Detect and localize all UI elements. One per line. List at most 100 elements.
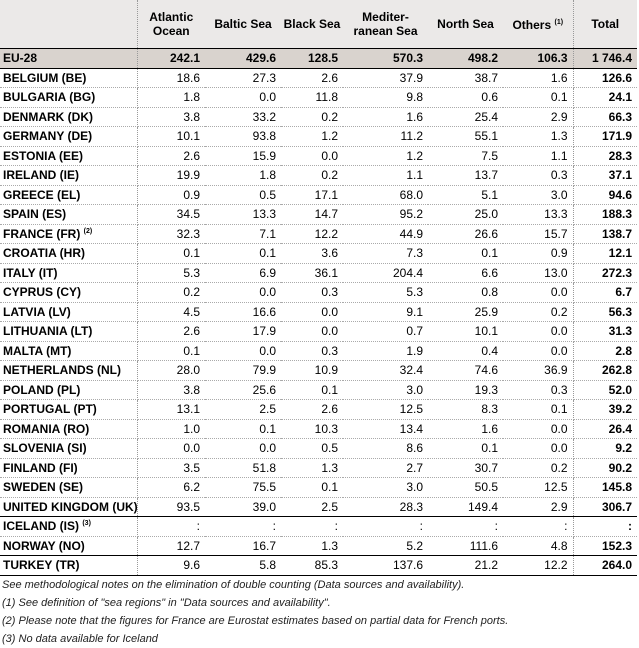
value-total: 138.7	[573, 224, 637, 244]
value-black-sea: 17.1	[281, 185, 343, 205]
value-north-sea: 26.6	[428, 224, 503, 244]
country-cell: ESTONIA (EE)	[0, 146, 138, 166]
value-black-sea: 14.7	[281, 204, 343, 225]
value-total: 24.1	[573, 87, 637, 108]
country-name: SPAIN (ES)	[3, 207, 67, 222]
value-mediterranean-sea: 3.0	[343, 477, 428, 498]
value-black-sea: 0.1	[281, 380, 343, 400]
value-others: 1.3	[503, 126, 574, 147]
table-row: ESTONIA (EE) 2.6 15.9 0.0 1.2 7.5 1.1 28.3	[0, 146, 637, 166]
country-name: SLOVENIA (SI)	[3, 441, 87, 456]
value-others: 0.3	[503, 380, 574, 400]
value-baltic-sea: 39.0	[205, 497, 281, 517]
value-total: 1 746.4	[573, 48, 637, 69]
value-others: 1.6	[503, 68, 574, 88]
value-north-sea: 10.1	[428, 321, 503, 342]
country-cell: BULGARIA (BG)	[0, 87, 138, 108]
value-atlantic-ocean: :	[137, 516, 205, 537]
country-name: GREECE (EL)	[3, 187, 81, 202]
value-atlantic-ocean: 1.8	[137, 87, 205, 108]
value-total: :	[573, 516, 637, 537]
value-north-sea: :	[428, 516, 503, 537]
value-baltic-sea: 75.5	[205, 477, 281, 498]
header-med-line2: ranean Sea	[353, 23, 418, 38]
header-med-line1: Mediter-	[362, 9, 409, 24]
value-total: 37.1	[573, 165, 637, 186]
value-others: 0.1	[503, 399, 574, 420]
value-baltic-sea: 6.9	[205, 263, 281, 283]
value-baltic-sea: 0.0	[205, 282, 281, 303]
country-name: ROMANIA (RO)	[3, 421, 90, 436]
value-black-sea: 2.6	[281, 68, 343, 88]
value-black-sea: 0.0	[281, 146, 343, 166]
value-baltic-sea: 51.8	[205, 458, 281, 478]
value-mediterranean-sea: 11.2	[343, 126, 428, 147]
value-north-sea: 1.6	[428, 419, 503, 439]
value-north-sea: 5.1	[428, 185, 503, 205]
country-name: SWEDEN (SE)	[3, 480, 84, 495]
note-methodology: See methodological notes on the eliminat…	[2, 578, 465, 591]
value-atlantic-ocean: 34.5	[137, 204, 205, 225]
header-country	[0, 0, 138, 49]
value-north-sea: 149.4	[428, 497, 503, 517]
value-black-sea: 0.5	[281, 438, 343, 459]
value-atlantic-ocean: 0.2	[137, 282, 205, 303]
table-row: POLAND (PL) 3.8 25.6 0.1 3.0 19.3 0.3 52.0	[0, 380, 637, 400]
aggregate-row: EU-28 242.1 429.6 128.5 570.3 498.2 106.3 1 746…	[0, 48, 637, 69]
table-row: ITALY (IT) 5.3 6.9 36.1 204.4 6.6 13.0 272.3	[0, 263, 637, 283]
value-total: 52.0	[573, 380, 637, 400]
country-name: CROATIA (HR)	[3, 246, 85, 261]
country-name: UNITED KINGDOM (UK)	[3, 499, 138, 514]
country-cell: SWEDEN (SE)	[0, 477, 138, 498]
value-mediterranean-sea: 1.9	[343, 341, 428, 361]
value-black-sea: 2.5	[281, 497, 343, 517]
country-cell: GREECE (EL)	[0, 185, 138, 205]
value-atlantic-ocean: 12.7	[137, 536, 205, 556]
value-others: 2.9	[503, 497, 574, 517]
country-cell: BELGIUM (BE)	[0, 68, 138, 88]
note-2: (2) Please note that the figures for Fra…	[2, 614, 509, 627]
value-north-sea: 0.1	[428, 438, 503, 459]
value-mediterranean-sea: 12.5	[343, 399, 428, 420]
value-others: 0.0	[503, 419, 574, 439]
value-north-sea: 8.3	[428, 399, 503, 420]
header-north-sea: North Sea	[428, 0, 503, 49]
value-baltic-sea: 27.3	[205, 68, 281, 88]
value-north-sea: 25.4	[428, 107, 503, 127]
value-mediterranean-sea: 28.3	[343, 497, 428, 517]
value-black-sea: 1.2	[281, 126, 343, 147]
value-others: 15.7	[503, 224, 574, 244]
value-baltic-sea: 2.5	[205, 399, 281, 420]
value-atlantic-ocean: 19.9	[137, 165, 205, 186]
value-atlantic-ocean: 1.0	[137, 419, 205, 439]
value-north-sea: 7.5	[428, 146, 503, 166]
value-total: 126.6	[573, 68, 637, 88]
value-atlantic-ocean: 0.0	[137, 438, 205, 459]
value-mediterranean-sea: 9.1	[343, 302, 428, 322]
footnote-marker: (2)	[83, 227, 93, 235]
value-north-sea: 0.6	[428, 87, 503, 108]
value-others: 0.1	[503, 87, 574, 108]
value-mediterranean-sea: 0.7	[343, 321, 428, 342]
value-black-sea: 0.2	[281, 107, 343, 127]
value-mediterranean-sea: 95.2	[343, 204, 428, 225]
country-name: NETHERLANDS (NL)	[3, 363, 121, 378]
footnote-marker: (1)	[554, 18, 564, 26]
value-others: 2.9	[503, 107, 574, 127]
country-name: GERMANY (DE)	[3, 129, 93, 144]
value-atlantic-ocean: 28.0	[137, 360, 205, 381]
value-mediterranean-sea: 1.6	[343, 107, 428, 127]
value-total: 90.2	[573, 458, 637, 478]
table-row: FINLAND (FI) 3.5 51.8 1.3 2.7 30.7 0.2 90.2	[0, 458, 637, 478]
value-mediterranean-sea: 9.8	[343, 87, 428, 108]
value-north-sea: 25.9	[428, 302, 503, 322]
value-mediterranean-sea: 137.6	[343, 555, 428, 576]
table-row: CYPRUS (CY) 0.2 0.0 0.3 5.3 0.8 0.0 6.7	[0, 282, 637, 303]
note-3: (3) No data available for Iceland	[2, 632, 158, 645]
value-baltic-sea: 93.8	[205, 126, 281, 147]
country-cell: SLOVENIA (SI)	[0, 438, 138, 459]
value-black-sea: :	[281, 516, 343, 537]
value-black-sea: 0.0	[281, 302, 343, 322]
value-mediterranean-sea: 7.3	[343, 243, 428, 264]
footnote-marker: (3)	[82, 520, 91, 528]
